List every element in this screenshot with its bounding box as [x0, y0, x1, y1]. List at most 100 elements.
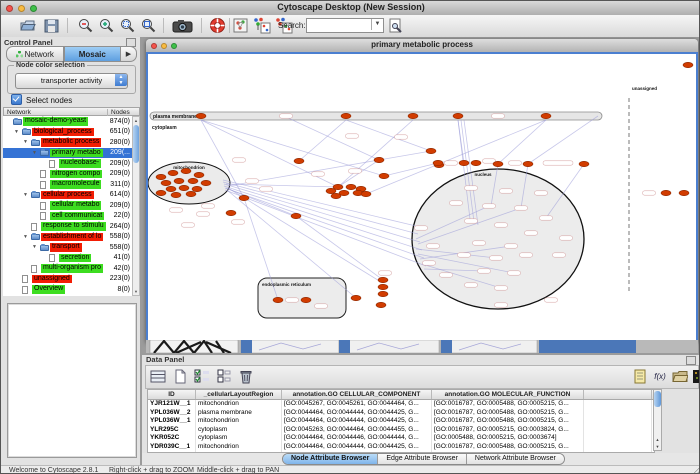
network-edge[interactable]: [338, 120, 413, 187]
tree-row-response-to-stimulu[interactable]: response to stimulu264(0): [3, 221, 132, 232]
network-node[interactable]: [661, 190, 671, 195]
tree-row-cell-communicat[interactable]: cell communicat22(0): [3, 211, 132, 222]
network-node[interactable]: [294, 158, 304, 163]
search-input[interactable]: ▼: [306, 18, 384, 33]
network-view-window[interactable]: primary metabolic process plasma membran…: [146, 39, 698, 342]
tree-expand-icon[interactable]: ▼: [14, 129, 19, 135]
attribute-table-icon[interactable]: [150, 369, 166, 384]
select-attributes-icon[interactable]: [194, 369, 210, 384]
select-nodes-checkbox[interactable]: [11, 94, 22, 105]
network-node[interactable]: [166, 186, 176, 191]
compartment-plasma-membrane[interactable]: [150, 112, 602, 120]
network-node[interactable]: [541, 113, 551, 118]
network-edge[interactable]: [346, 120, 431, 151]
network-node[interactable]: [171, 192, 181, 197]
tree-expand-icon[interactable]: ▼: [32, 150, 37, 156]
birds-eye-view-panel[interactable]: [7, 303, 137, 458]
tree-expand-icon[interactable]: ▼: [32, 244, 37, 250]
network-node[interactable]: [459, 160, 469, 165]
zoom-fit-icon[interactable]: [140, 17, 157, 34]
tab-mosaic[interactable]: Mosaic: [64, 46, 122, 62]
network-node[interactable]: [579, 161, 589, 166]
tree-row-multi-organism-pro[interactable]: multi-organism pro42(0): [3, 263, 132, 274]
zoom-selected-icon[interactable]: [119, 17, 136, 34]
data-panel-float-icon[interactable]: [686, 356, 696, 365]
tab-overflow-arrow[interactable]: ▶: [121, 46, 137, 62]
tree-scrollbar[interactable]: ▲ ▼: [132, 116, 140, 296]
background-window-fragment[interactable]: [339, 340, 350, 353]
network-node[interactable]: [453, 113, 463, 118]
tree-row-cellular-process[interactable]: ▼cellular process614(0): [3, 190, 132, 201]
network-node[interactable]: [174, 178, 184, 183]
dropdown-stepper-icon[interactable]: ▲▼: [115, 74, 127, 86]
network-node[interactable]: [361, 191, 371, 196]
network-node[interactable]: [351, 295, 361, 300]
tree-row-cellular-metabo[interactable]: cellular metabo209(0): [3, 200, 132, 211]
network-edge[interactable]: [384, 163, 438, 176]
help-lifesaver-icon[interactable]: [209, 17, 226, 34]
snapshot-camera-icon[interactable]: [172, 17, 193, 34]
network-node[interactable]: [683, 62, 693, 67]
tree-row-establishment-of-lo[interactable]: ▼establishment of lo558(0): [3, 232, 132, 243]
table-header-cell[interactable]: ID: [148, 390, 196, 399]
table-row[interactable]: YKR052Ccytoplasm[GO:0044464, GO:0044446,…: [148, 434, 654, 443]
layout-nodes-icon[interactable]: [252, 17, 271, 34]
tree-row-nucleobase-[interactable]: nucleobase-209(0): [3, 158, 132, 169]
background-window-fragment[interactable]: [241, 340, 339, 353]
network-overview-icon[interactable]: [233, 17, 248, 34]
network-edge[interactable]: [201, 120, 384, 176]
tree-row-primary-metabo[interactable]: ▼primary metabo209(...: [3, 148, 132, 159]
network-node[interactable]: [186, 191, 196, 196]
tab-network-attribute-browser[interactable]: Network Attribute Browser: [467, 454, 564, 464]
network-node[interactable]: [201, 180, 211, 185]
network-node[interactable]: [679, 190, 689, 195]
network-node[interactable]: [188, 178, 198, 183]
app-titlebar[interactable]: Cytoscape Desktop (New Session): [1, 1, 700, 16]
tab-node-attribute-browser[interactable]: Node Attribute Browser: [283, 454, 378, 464]
tree-row-nitrogen-compo[interactable]: nitrogen compo209(0): [3, 169, 132, 180]
tree-row-unassigned[interactable]: unassigned223(0): [3, 274, 132, 285]
tree-row-macromolecule[interactable]: macromolecule311(0): [3, 179, 132, 190]
table-row[interactable]: YPL036W__2plasma membrane[GO:0044464, GO…: [148, 409, 654, 418]
network-node[interactable]: [426, 148, 436, 153]
network-node[interactable]: [156, 190, 166, 195]
tree-expand-icon[interactable]: ▼: [23, 192, 28, 198]
tab-edge-attribute-browser[interactable]: Edge Attribute Browser: [378, 454, 467, 464]
tree-expand-icon[interactable]: ▼: [23, 234, 28, 240]
table-scrollbar[interactable]: ▲ ▼: [653, 389, 662, 451]
network-node[interactable]: [374, 157, 384, 162]
table-header-cell[interactable]: annotation.GO MOLECULAR_FUNCTION: [432, 390, 584, 399]
network-canvas[interactable]: plasma membranecytoplasmmitochondrionnuc…: [146, 52, 698, 342]
tree-col-network[interactable]: Network: [7, 109, 31, 116]
table-header-cell[interactable]: [584, 390, 652, 399]
network-node[interactable]: [194, 172, 204, 177]
network-node[interactable]: [378, 277, 388, 282]
network-node[interactable]: [493, 161, 503, 166]
background-window-fragment[interactable]: [339, 340, 439, 353]
network-node[interactable]: [408, 113, 418, 118]
table-row[interactable]: YLR295Ccytoplasm[GO:0045263, GO:0044464,…: [148, 426, 654, 435]
network-window-titlebar[interactable]: primary metabolic process: [146, 39, 698, 53]
background-window-fragment[interactable]: [241, 340, 252, 353]
open-session-icon[interactable]: [19, 17, 36, 34]
network-node[interactable]: [341, 113, 351, 118]
matrix-heatmap-icon[interactable]: [692, 369, 700, 384]
table-row[interactable]: YJR121W__1mitochondrion[GO:0045267, GO:0…: [148, 400, 654, 409]
tree-expand-icon[interactable]: ▼: [23, 139, 28, 145]
save-session-icon[interactable]: [43, 17, 60, 34]
search-dropdown-icon[interactable]: ▼: [371, 19, 383, 30]
network-node[interactable]: [301, 297, 311, 302]
network-node[interactable]: [161, 180, 171, 185]
network-node[interactable]: [192, 186, 202, 191]
table-header-cell[interactable]: annotation.GO CELLULAR_COMPONENT: [282, 390, 432, 399]
network-node[interactable]: [378, 284, 388, 289]
tree-row-secretion[interactable]: secretion41(0): [3, 253, 132, 264]
network-edge[interactable]: [498, 120, 546, 164]
network-node[interactable]: [226, 210, 236, 215]
notes-icon[interactable]: [632, 369, 648, 384]
network-node[interactable]: [181, 168, 191, 173]
network-edge[interactable]: [226, 184, 338, 187]
background-windows-strip[interactable]: [146, 340, 698, 353]
network-node[interactable]: [291, 213, 301, 218]
network-node[interactable]: [273, 297, 283, 302]
